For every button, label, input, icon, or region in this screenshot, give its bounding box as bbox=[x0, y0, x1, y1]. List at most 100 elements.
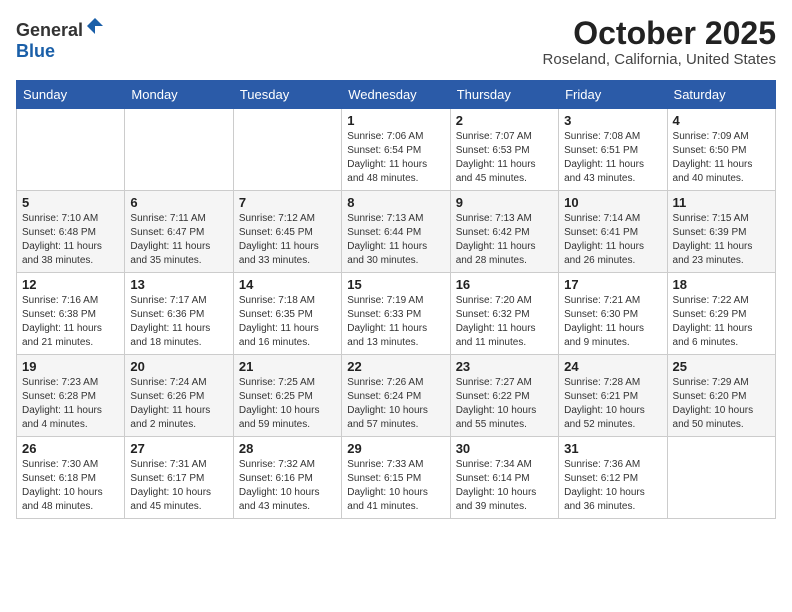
day-info: Sunrise: 7:24 AM Sunset: 6:26 PM Dayligh… bbox=[130, 376, 227, 432]
page-header: General Blue October 2025 Roseland, Cali… bbox=[16, 16, 776, 68]
day-info: Sunrise: 7:13 AM Sunset: 6:44 PM Dayligh… bbox=[347, 212, 444, 268]
title-area: October 2025 Roseland, California, Unite… bbox=[543, 16, 776, 68]
calendar-cell: 29Sunrise: 7:33 AM Sunset: 6:15 PM Dayli… bbox=[342, 437, 450, 519]
calendar-week-row: 5 Sunrise: 7:10 AM Sunset: 6:48 PM Daylig… bbox=[17, 191, 776, 273]
day-info: Sunrise: 7:08 AM Sunset: 6:51 PM Dayligh… bbox=[564, 130, 661, 186]
weekday-header-wednesday: Wednesday bbox=[342, 81, 450, 109]
day-number: 12 bbox=[22, 277, 119, 292]
day-number: 4 bbox=[673, 113, 770, 128]
day-number: 30 bbox=[456, 441, 553, 456]
calendar-cell: 28Sunrise: 7:32 AM Sunset: 6:16 PM Dayli… bbox=[233, 437, 341, 519]
day-number: 26 bbox=[22, 441, 119, 456]
calendar-cell bbox=[125, 109, 233, 191]
day-info: Sunrise: 7:19 AM Sunset: 6:33 PM Dayligh… bbox=[347, 294, 444, 350]
calendar-cell: 11 Sunrise: 7:15 AM Sunset: 6:39 PM Dayli… bbox=[667, 191, 775, 273]
day-number: 5 bbox=[22, 195, 119, 210]
day-info: Sunrise: 7:20 AM Sunset: 6:32 PM Dayligh… bbox=[456, 294, 553, 350]
day-number: 3 bbox=[564, 113, 661, 128]
day-number: 14 bbox=[239, 277, 336, 292]
calendar-cell: 2 Sunrise: 7:07 AM Sunset: 6:53 PM Daylig… bbox=[450, 109, 558, 191]
day-number: 25 bbox=[673, 359, 770, 374]
calendar-cell bbox=[17, 109, 125, 191]
day-info: Sunrise: 7:27 AM Sunset: 6:22 PM Dayligh… bbox=[456, 376, 553, 432]
calendar-cell: 12 Sunrise: 7:16 AM Sunset: 6:38 PM Dayli… bbox=[17, 273, 125, 355]
calendar-cell: 5 Sunrise: 7:10 AM Sunset: 6:48 PM Daylig… bbox=[17, 191, 125, 273]
day-info: Sunrise: 7:31 AM Sunset: 6:17 PM Dayligh… bbox=[130, 458, 227, 514]
calendar-cell bbox=[233, 109, 341, 191]
calendar-cell: 6 Sunrise: 7:11 AM Sunset: 6:47 PM Daylig… bbox=[125, 191, 233, 273]
calendar-cell: 9Sunrise: 7:13 AM Sunset: 6:42 PM Daylig… bbox=[450, 191, 558, 273]
day-info: Sunrise: 7:18 AM Sunset: 6:35 PM Dayligh… bbox=[239, 294, 336, 350]
calendar-cell: 3 Sunrise: 7:08 AM Sunset: 6:51 PM Daylig… bbox=[559, 109, 667, 191]
day-info: Sunrise: 7:10 AM Sunset: 6:48 PM Dayligh… bbox=[22, 212, 119, 268]
weekday-header-thursday: Thursday bbox=[450, 81, 558, 109]
calendar-cell: 14 Sunrise: 7:18 AM Sunset: 6:35 PM Dayli… bbox=[233, 273, 341, 355]
calendar-cell: 13Sunrise: 7:17 AM Sunset: 6:36 PM Dayli… bbox=[125, 273, 233, 355]
day-number: 19 bbox=[22, 359, 119, 374]
day-number: 9 bbox=[456, 195, 553, 210]
day-number: 27 bbox=[130, 441, 227, 456]
day-number: 8 bbox=[347, 195, 444, 210]
weekday-header-saturday: Saturday bbox=[667, 81, 775, 109]
calendar-cell: 10 Sunrise: 7:14 AM Sunset: 6:41 PM Dayli… bbox=[559, 191, 667, 273]
calendar-cell: 20 Sunrise: 7:24 AM Sunset: 6:26 PM Dayli… bbox=[125, 355, 233, 437]
day-info: Sunrise: 7:06 AM Sunset: 6:54 PM Dayligh… bbox=[347, 130, 444, 186]
day-info: Sunrise: 7:33 AM Sunset: 6:15 PM Dayligh… bbox=[347, 458, 444, 514]
calendar-cell bbox=[667, 437, 775, 519]
day-number: 17 bbox=[564, 277, 661, 292]
calendar-week-row: 12 Sunrise: 7:16 AM Sunset: 6:38 PM Dayli… bbox=[17, 273, 776, 355]
calendar-cell: 30 Sunrise: 7:34 AM Sunset: 6:14 PM Dayli… bbox=[450, 437, 558, 519]
day-number: 24 bbox=[564, 359, 661, 374]
calendar-week-row: 19Sunrise: 7:23 AM Sunset: 6:28 PM Dayli… bbox=[17, 355, 776, 437]
day-number: 11 bbox=[673, 195, 770, 210]
day-number: 20 bbox=[130, 359, 227, 374]
calendar-cell: 18Sunrise: 7:22 AM Sunset: 6:29 PM Dayli… bbox=[667, 273, 775, 355]
calendar-cell: 8 Sunrise: 7:13 AM Sunset: 6:44 PM Daylig… bbox=[342, 191, 450, 273]
calendar-cell: 25 Sunrise: 7:29 AM Sunset: 6:20 PM Dayli… bbox=[667, 355, 775, 437]
day-number: 7 bbox=[239, 195, 336, 210]
day-info: Sunrise: 7:16 AM Sunset: 6:38 PM Dayligh… bbox=[22, 294, 119, 350]
day-info: Sunrise: 7:25 AM Sunset: 6:25 PM Dayligh… bbox=[239, 376, 336, 432]
day-number: 31 bbox=[564, 441, 661, 456]
day-number: 2 bbox=[456, 113, 553, 128]
day-info: Sunrise: 7:34 AM Sunset: 6:14 PM Dayligh… bbox=[456, 458, 553, 514]
month-title: October 2025 bbox=[543, 16, 776, 51]
day-number: 18 bbox=[673, 277, 770, 292]
day-info: Sunrise: 7:07 AM Sunset: 6:53 PM Dayligh… bbox=[456, 130, 553, 186]
day-info: Sunrise: 7:30 AM Sunset: 6:18 PM Dayligh… bbox=[22, 458, 119, 514]
day-info: Sunrise: 7:15 AM Sunset: 6:39 PM Dayligh… bbox=[673, 212, 770, 268]
weekday-header-tuesday: Tuesday bbox=[233, 81, 341, 109]
day-number: 13 bbox=[130, 277, 227, 292]
logo-blue-text: Blue bbox=[16, 41, 55, 61]
calendar-cell: 24Sunrise: 7:28 AM Sunset: 6:21 PM Dayli… bbox=[559, 355, 667, 437]
calendar-cell: 31Sunrise: 7:36 AM Sunset: 6:12 PM Dayli… bbox=[559, 437, 667, 519]
day-number: 6 bbox=[130, 195, 227, 210]
day-number: 22 bbox=[347, 359, 444, 374]
weekday-header-row: SundayMondayTuesdayWednesdayThursdayFrid… bbox=[17, 81, 776, 109]
day-info: Sunrise: 7:14 AM Sunset: 6:41 PM Dayligh… bbox=[564, 212, 661, 268]
day-info: Sunrise: 7:29 AM Sunset: 6:20 PM Dayligh… bbox=[673, 376, 770, 432]
weekday-header-friday: Friday bbox=[559, 81, 667, 109]
location-title: Roseland, California, United States bbox=[543, 51, 776, 68]
logo-icon bbox=[85, 16, 105, 36]
calendar-cell: 27 Sunrise: 7:31 AM Sunset: 6:17 PM Dayli… bbox=[125, 437, 233, 519]
calendar-cell: 17Sunrise: 7:21 AM Sunset: 6:30 PM Dayli… bbox=[559, 273, 667, 355]
calendar-cell: 16 Sunrise: 7:20 AM Sunset: 6:32 PM Dayli… bbox=[450, 273, 558, 355]
calendar-cell: 23Sunrise: 7:27 AM Sunset: 6:22 PM Dayli… bbox=[450, 355, 558, 437]
calendar-cell: 19Sunrise: 7:23 AM Sunset: 6:28 PM Dayli… bbox=[17, 355, 125, 437]
day-info: Sunrise: 7:09 AM Sunset: 6:50 PM Dayligh… bbox=[673, 130, 770, 186]
day-number: 15 bbox=[347, 277, 444, 292]
calendar-cell: 21Sunrise: 7:25 AM Sunset: 6:25 PM Dayli… bbox=[233, 355, 341, 437]
day-info: Sunrise: 7:12 AM Sunset: 6:45 PM Dayligh… bbox=[239, 212, 336, 268]
day-number: 10 bbox=[564, 195, 661, 210]
weekday-header-sunday: Sunday bbox=[17, 81, 125, 109]
calendar-cell: 7 Sunrise: 7:12 AM Sunset: 6:45 PM Daylig… bbox=[233, 191, 341, 273]
calendar-cell: 4 Sunrise: 7:09 AM Sunset: 6:50 PM Daylig… bbox=[667, 109, 775, 191]
day-number: 1 bbox=[347, 113, 444, 128]
day-number: 16 bbox=[456, 277, 553, 292]
logo: General Blue bbox=[16, 16, 105, 62]
calendar-cell: 1 Sunrise: 7:06 AM Sunset: 6:54 PM Daylig… bbox=[342, 109, 450, 191]
calendar-week-row: 1 Sunrise: 7:06 AM Sunset: 6:54 PM Daylig… bbox=[17, 109, 776, 191]
calendar-cell: 26 Sunrise: 7:30 AM Sunset: 6:18 PM Dayli… bbox=[17, 437, 125, 519]
day-info: Sunrise: 7:11 AM Sunset: 6:47 PM Dayligh… bbox=[130, 212, 227, 268]
